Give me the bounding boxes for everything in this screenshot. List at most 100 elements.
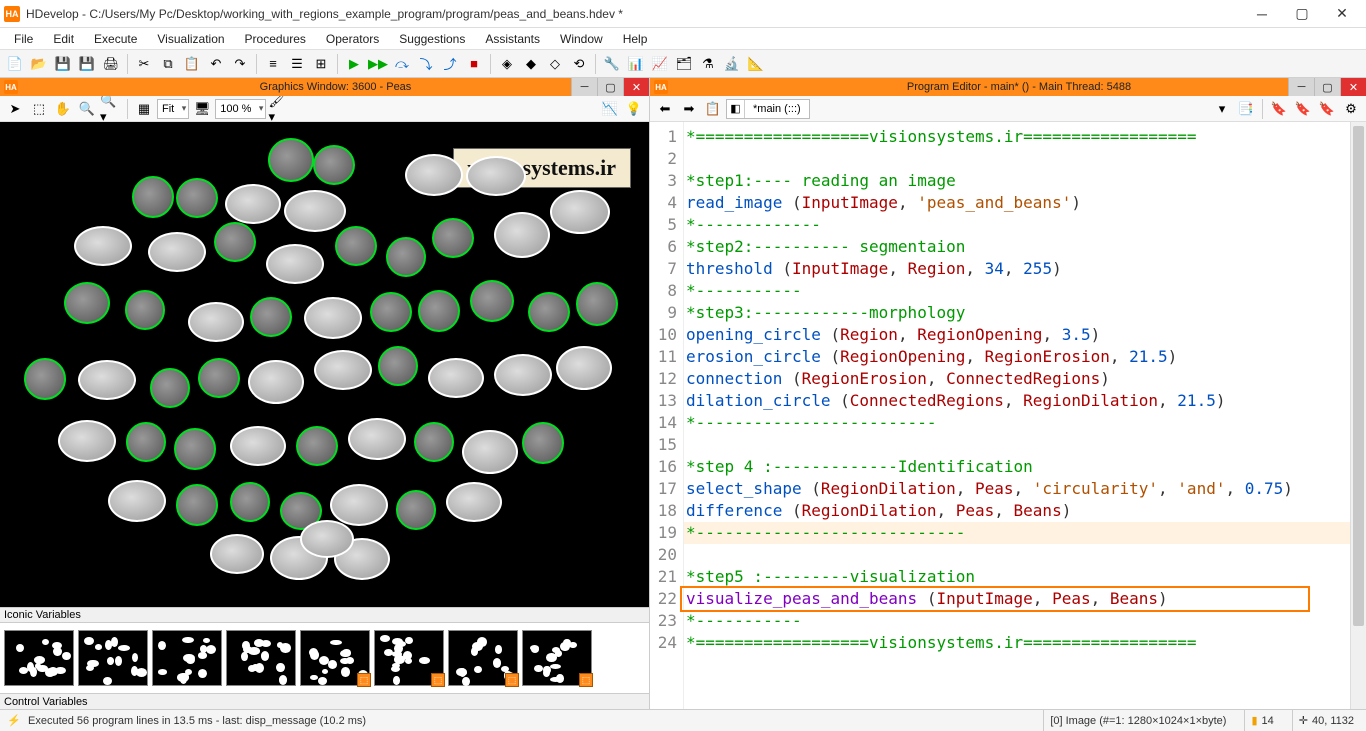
- code-line[interactable]: [684, 434, 1350, 456]
- code-line[interactable]: connection (RegionErosion, ConnectedRegi…: [684, 368, 1350, 390]
- assist5-icon[interactable]: ⚗: [697, 53, 719, 75]
- ed-btn4-icon[interactable]: 🔖: [1292, 98, 1314, 120]
- menu-window[interactable]: Window: [550, 30, 613, 48]
- forward-icon[interactable]: ➡: [678, 98, 700, 120]
- iconic-thumbnail[interactable]: [226, 630, 296, 686]
- scrollbar[interactable]: [1350, 122, 1366, 709]
- step-into-icon[interactable]: ⤵: [415, 53, 437, 75]
- assist1-icon[interactable]: 🔧: [601, 53, 623, 75]
- code-line[interactable]: erosion_circle (RegionOpening, RegionEro…: [684, 346, 1350, 368]
- close-button[interactable]: ✕: [623, 78, 649, 96]
- minimize-button[interactable]: ─: [1242, 2, 1282, 26]
- iconic-thumbnail[interactable]: [78, 630, 148, 686]
- pointer-icon[interactable]: ➤: [4, 98, 26, 120]
- assist2-icon[interactable]: 📊: [625, 53, 647, 75]
- zoom-dropdown[interactable]: 100 %: [215, 99, 266, 119]
- brush-icon[interactable]: 🖌▾: [268, 98, 290, 120]
- close-button[interactable]: ✕: [1322, 2, 1362, 26]
- assist6-icon[interactable]: 🔬: [721, 53, 743, 75]
- new-icon[interactable]: 📄: [4, 53, 26, 75]
- code-area[interactable]: 123456789101112131415161718192021222324 …: [650, 122, 1366, 709]
- reset-icon[interactable]: ⟲: [568, 53, 590, 75]
- ed-btn3-icon[interactable]: 🔖: [1268, 98, 1290, 120]
- code-line[interactable]: *-------------------------: [684, 412, 1350, 434]
- breakpoint-icon[interactable]: ◈: [496, 53, 518, 75]
- menu-file[interactable]: File: [4, 30, 43, 48]
- zoom-icon[interactable]: 🔍: [76, 98, 98, 120]
- menu-procedures[interactable]: Procedures: [235, 30, 316, 48]
- code-line[interactable]: *-------------: [684, 214, 1350, 236]
- menu-operators[interactable]: Operators: [316, 30, 389, 48]
- zoom2-icon[interactable]: 🔍▾: [100, 98, 122, 120]
- iconic-thumbnail[interactable]: ⬚: [300, 630, 370, 686]
- assist7-icon[interactable]: 📐: [745, 53, 767, 75]
- iconic-thumbnail[interactable]: [152, 630, 222, 686]
- paste-icon[interactable]: 📋: [181, 53, 203, 75]
- code-line[interactable]: select_shape (RegionDilation, Peas, 'cir…: [684, 478, 1350, 500]
- code-line[interactable]: *step5 :---------visualization: [684, 566, 1350, 588]
- select-icon[interactable]: ⬚: [28, 98, 50, 120]
- redo-icon[interactable]: ↷: [229, 53, 251, 75]
- fit-dropdown[interactable]: Fit: [157, 99, 189, 119]
- code-line[interactable]: read_image (InputImage, 'peas_and_beans'…: [684, 192, 1350, 214]
- code-line[interactable]: opening_circle (Region, RegionOpening, 3…: [684, 324, 1350, 346]
- back-icon[interactable]: ⬅: [654, 98, 676, 120]
- menu-suggestions[interactable]: Suggestions: [389, 30, 475, 48]
- ed-btn5-icon[interactable]: 🔖: [1316, 98, 1338, 120]
- maximize-button[interactable]: ▢: [597, 78, 623, 96]
- bp3-icon[interactable]: ◇: [544, 53, 566, 75]
- ed-btn2-icon[interactable]: 📑: [1235, 98, 1257, 120]
- assist3-icon[interactable]: 📈: [649, 53, 671, 75]
- save-icon[interactable]: 💾: [52, 53, 74, 75]
- close-button[interactable]: ✕: [1340, 78, 1366, 96]
- menu-visualization[interactable]: Visualization: [147, 30, 234, 48]
- list2-icon[interactable]: ☰: [286, 53, 308, 75]
- code-lines[interactable]: *==================visionsystems.ir=====…: [684, 122, 1350, 709]
- code-line[interactable]: *==================visionsystems.ir=====…: [684, 126, 1350, 148]
- copy-icon[interactable]: ⧉: [157, 53, 179, 75]
- pan-icon[interactable]: ✋: [52, 98, 74, 120]
- run-icon[interactable]: ▶: [343, 53, 365, 75]
- assist4-icon[interactable]: 🗂: [673, 53, 695, 75]
- scroll-thumb[interactable]: [1353, 126, 1364, 626]
- step-out-icon[interactable]: ⤴: [439, 53, 461, 75]
- code-line[interactable]: visualize_peas_and_beans (InputImage, Pe…: [684, 588, 1350, 610]
- ed-btn6-icon[interactable]: ⚙: [1340, 98, 1362, 120]
- bp2-icon[interactable]: ◆: [520, 53, 542, 75]
- code-line[interactable]: [684, 544, 1350, 566]
- display-icon[interactable]: 🖥: [191, 98, 213, 120]
- copy-icon[interactable]: 📋: [702, 98, 724, 120]
- maximize-button[interactable]: ▢: [1282, 2, 1322, 26]
- code-line[interactable]: *step 4 :-------------Identification: [684, 456, 1350, 478]
- code-line[interactable]: difference (RegionDilation, Peas, Beans): [684, 500, 1350, 522]
- open-icon[interactable]: 📂: [28, 53, 50, 75]
- grid-icon[interactable]: ▦: [133, 98, 155, 120]
- list3-icon[interactable]: ⊞: [310, 53, 332, 75]
- print-icon[interactable]: 🖨: [100, 53, 122, 75]
- graphics-canvas[interactable]: visionsystems.ir: [0, 122, 649, 607]
- menu-edit[interactable]: Edit: [43, 30, 84, 48]
- tab-dropdown-icon[interactable]: ◧: [727, 100, 745, 118]
- step-over-icon[interactable]: ⤼: [391, 53, 413, 75]
- profile-icon[interactable]: 📉: [599, 98, 621, 120]
- run-to-end-icon[interactable]: ▶▶: [367, 53, 389, 75]
- menu-help[interactable]: Help: [613, 30, 658, 48]
- code-line[interactable]: *step2:---------- segmentaion: [684, 236, 1350, 258]
- save2-icon[interactable]: 💾: [76, 53, 98, 75]
- menu-execute[interactable]: Execute: [84, 30, 147, 48]
- undo-icon[interactable]: ↶: [205, 53, 227, 75]
- code-line[interactable]: *step1:---- reading an image: [684, 170, 1350, 192]
- iconic-thumbnail[interactable]: ⬚: [448, 630, 518, 686]
- code-line[interactable]: [684, 148, 1350, 170]
- code-line[interactable]: *-----------: [684, 280, 1350, 302]
- code-line[interactable]: *step3:------------morphology: [684, 302, 1350, 324]
- iconic-thumbnail[interactable]: [4, 630, 74, 686]
- stop-icon[interactable]: ■: [463, 53, 485, 75]
- code-line[interactable]: *==================visionsystems.ir=====…: [684, 632, 1350, 654]
- minimize-button[interactable]: ─: [1288, 78, 1314, 96]
- iconic-thumbnail[interactable]: ⬚: [374, 630, 444, 686]
- code-line[interactable]: dilation_circle (ConnectedRegions, Regio…: [684, 390, 1350, 412]
- code-line[interactable]: *-----------: [684, 610, 1350, 632]
- cut-icon[interactable]: ✂: [133, 53, 155, 75]
- menu-assistants[interactable]: Assistants: [475, 30, 550, 48]
